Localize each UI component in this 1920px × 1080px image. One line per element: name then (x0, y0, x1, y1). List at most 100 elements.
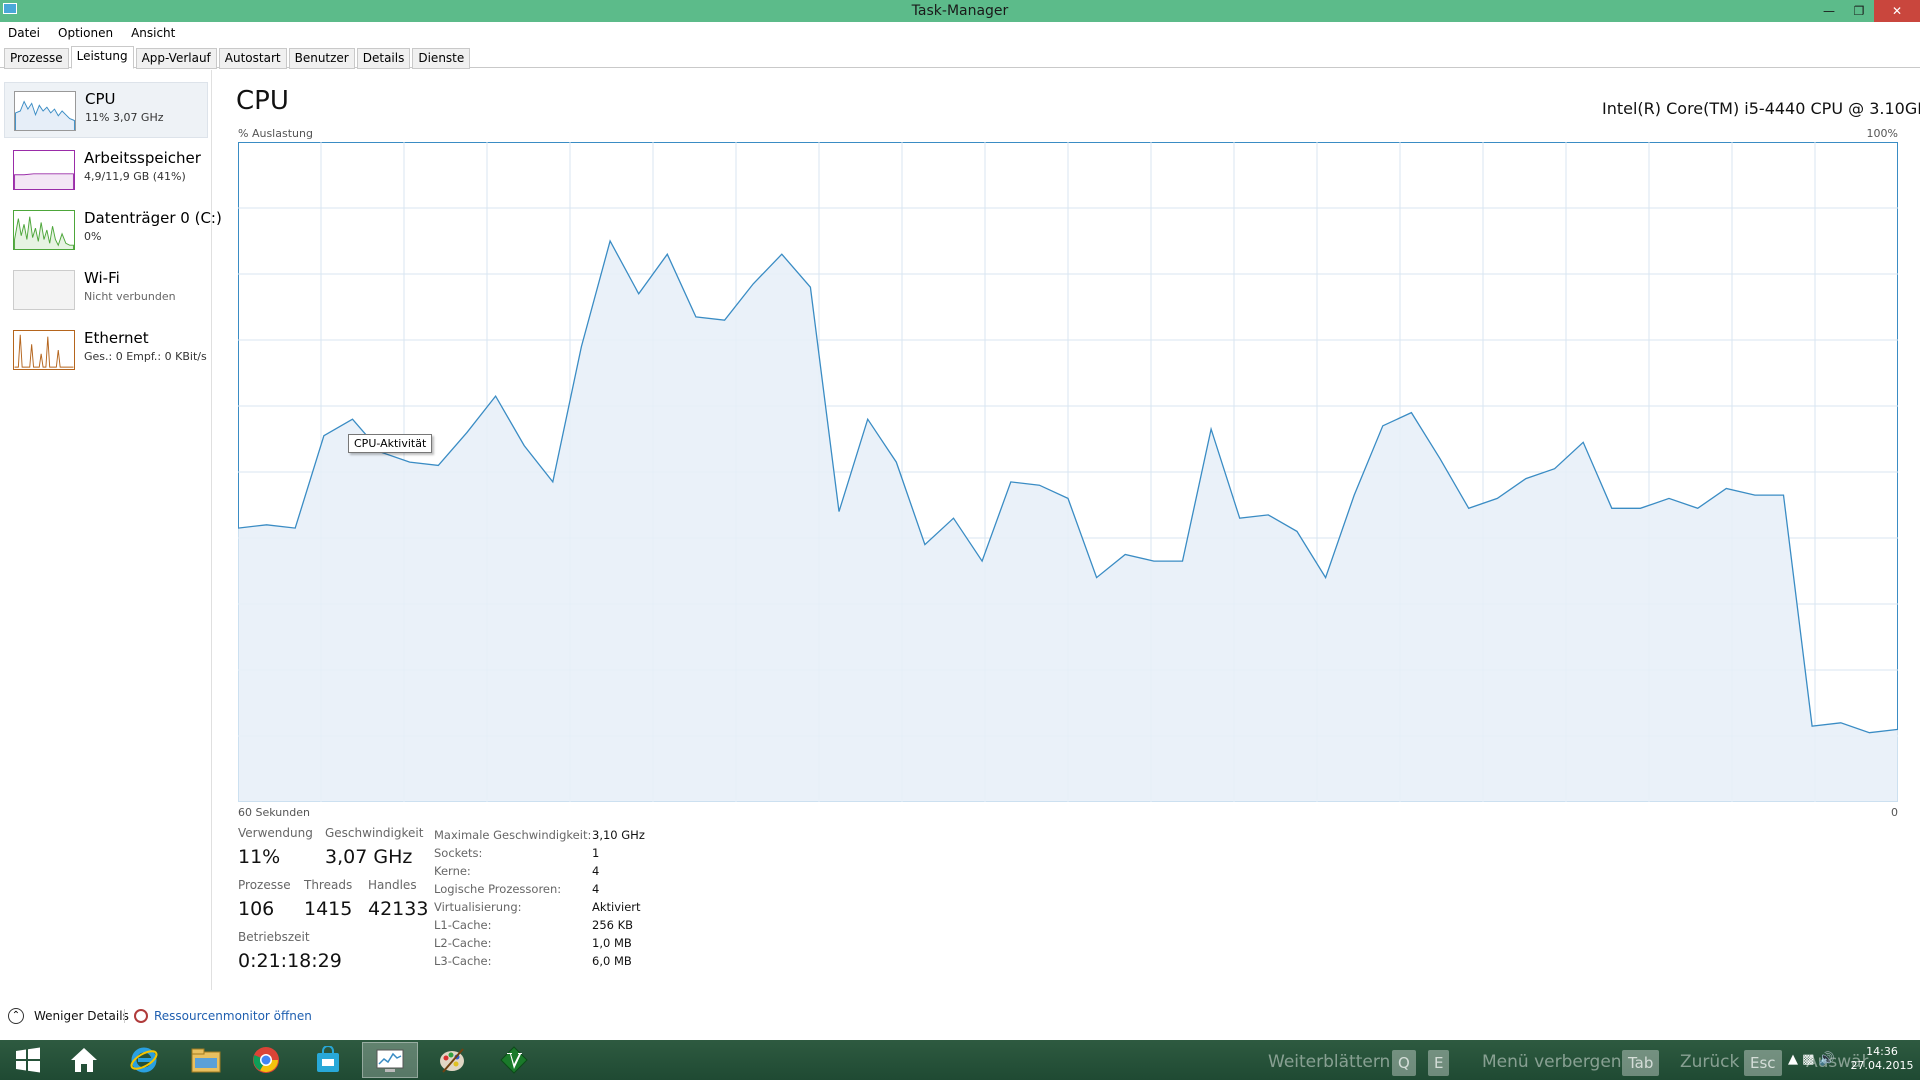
network-icon[interactable]: ▩ (1802, 1052, 1814, 1067)
taskbar-clock[interactable]: 14:36 27.04.2015 (1850, 1045, 1914, 1073)
home-button[interactable] (56, 1042, 112, 1078)
speed-value: 3,07 GHz (325, 846, 413, 868)
sidebar-title-ethernet: Ethernet (84, 329, 149, 347)
taskbar: Weiterblättern Q E Menü verbergen Tab Zu… (0, 1040, 1920, 1080)
fewer-details-link[interactable]: Weniger Details (34, 1002, 129, 1030)
sidebar-item-cpu[interactable]: CPU 11% 3,07 GHz (4, 82, 208, 138)
spec-value: 3,10 GHz (592, 828, 645, 842)
cpu-activity-tooltip: CPU-Aktivität (348, 434, 433, 453)
vim-icon (500, 1046, 528, 1074)
spec-value: 4 (592, 864, 600, 878)
sidebar-sub-ethernet: Ges.: 0 Empf.: 0 KBit/s (84, 350, 207, 363)
folder-icon (191, 1048, 221, 1073)
sidebar-sub-cpu: 11% 3,07 GHz (85, 111, 164, 124)
menu-bar: Datei Optionen Ansicht (0, 22, 1920, 44)
footer-separator (124, 1009, 125, 1023)
sidebar-item-arbeitsspeicher[interactable]: Arbeitsspeicher 4,9/11,9 GB (41%) (4, 142, 208, 198)
sidebar-title-memory: Arbeitsspeicher (84, 149, 201, 167)
tab-autostart[interactable]: Autostart (218, 48, 287, 69)
sidebar-title-disk: Datenträger 0 (C:) (84, 209, 222, 227)
start-button[interactable] (0, 1042, 56, 1078)
sidebar-sub-wifi: Nicht verbunden (84, 290, 176, 303)
sidebar-item-wifi[interactable]: Wi-Fi Nicht verbunden (4, 262, 208, 318)
spec-label: L1-Cache: (434, 918, 492, 932)
x-axis-label: 60 Sekunden (238, 806, 310, 819)
system-tray: ▲ ▩ 🔊 (1788, 1052, 1835, 1067)
tab-strip: Prozesse Leistung App-Verlauf Autostart … (0, 46, 1920, 69)
cpu-usage-chart (237, 142, 1899, 802)
handles-value: 42133 (368, 898, 429, 920)
uptime-label: Betriebszeit (238, 930, 310, 944)
close-button[interactable]: ✕ (1874, 0, 1920, 22)
clock-date: 27.04.2015 (1850, 1059, 1914, 1072)
spec-label: L2-Cache: (434, 936, 492, 950)
hint-menue-verbergen: Menü verbergen (1482, 1052, 1622, 1072)
chrome-button[interactable] (238, 1042, 294, 1078)
key-esc: Esc (1744, 1050, 1782, 1076)
menu-datei[interactable]: Datei (4, 22, 44, 44)
sidebar-title-cpu: CPU (85, 90, 116, 108)
threads-value: 1415 (304, 898, 353, 920)
threads-label: Threads (304, 878, 353, 892)
tab-leistung[interactable]: Leistung (70, 46, 134, 69)
sidebar-title-wifi: Wi-Fi (84, 269, 120, 287)
spec-label: Logische Prozessoren: (434, 882, 562, 896)
restore-button[interactable]: ❐ (1844, 0, 1874, 22)
tab-details[interactable]: Details (356, 48, 411, 69)
spec-value: 6,0 MB (592, 954, 632, 968)
speed-label: Geschwindigkeit (325, 826, 424, 840)
footer-bar: ⌃ Weniger Details Ressourcenmonitor öffn… (0, 1002, 1920, 1030)
tab-prozesse[interactable]: Prozesse (4, 48, 69, 69)
spec-value: 1 (592, 846, 600, 860)
resource-monitor-link[interactable]: Ressourcenmonitor öffnen (154, 1002, 312, 1030)
y-axis-label: % Auslastung (238, 127, 313, 140)
paint-button[interactable] (424, 1042, 480, 1078)
tab-app-verlauf[interactable]: App-Verlauf (135, 48, 217, 69)
volume-icon[interactable]: 🔊 (1819, 1052, 1835, 1067)
file-explorer-button[interactable] (178, 1042, 234, 1078)
usage-value: 11% (238, 846, 281, 868)
hint-weiterblaettern: Weiterblättern (1268, 1052, 1391, 1072)
task-manager-icon (3, 3, 17, 14)
menu-ansicht[interactable]: Ansicht (127, 22, 179, 44)
usage-label: Verwendung (238, 826, 313, 840)
vim-button[interactable] (486, 1042, 542, 1078)
paint-palette-icon (440, 1048, 464, 1073)
ethernet-thumbnail-graph (13, 330, 75, 370)
chevron-up-icon[interactable]: ⌃ (8, 1008, 24, 1024)
handles-label: Handles (368, 878, 417, 892)
cpu-model: Intel(R) Core(TM) i5-4440 CPU @ 3.10GHz (1602, 99, 1920, 118)
chrome-icon (253, 1047, 279, 1073)
uptime-value: 0:21:18:29 (238, 950, 342, 972)
key-tab: Tab (1622, 1050, 1660, 1076)
resource-sidebar: CPU 11% 3,07 GHz Arbeitsspeicher 4,9/11,… (0, 70, 222, 990)
spec-label: Kerne: (434, 864, 471, 878)
spec-value: 4 (592, 882, 600, 896)
minimize-button[interactable]: — (1814, 0, 1844, 22)
show-hidden-icons-icon[interactable]: ▲ (1788, 1052, 1798, 1067)
internet-explorer-button[interactable] (116, 1042, 172, 1078)
sidebar-item-ethernet[interactable]: Ethernet Ges.: 0 Empf.: 0 KBit/s (4, 322, 208, 378)
home-icon (71, 1048, 97, 1072)
clock-time: 14:36 (1866, 1045, 1898, 1058)
tab-dienste[interactable]: Dienste (412, 48, 471, 69)
spec-label: Sockets: (434, 846, 483, 860)
store-bag-icon (317, 1046, 339, 1072)
internet-explorer-icon (130, 1047, 158, 1073)
spec-value: 1,0 MB (592, 936, 632, 950)
y-axis-min-label: 0 (1891, 806, 1898, 819)
disk-thumbnail-graph (13, 210, 75, 250)
task-manager-taskbar-button[interactable] (362, 1042, 418, 1078)
tab-benutzer[interactable]: Benutzer (288, 48, 355, 69)
y-axis-max-label: 100% (1866, 127, 1898, 140)
store-button[interactable] (300, 1042, 356, 1078)
title-bar: Task-Manager — ❐ ✕ (0, 0, 1920, 22)
window-controls: — ❐ ✕ (1814, 0, 1920, 22)
spec-value: Aktiviert (592, 900, 641, 914)
resource-monitor-icon (134, 1009, 148, 1023)
menu-optionen[interactable]: Optionen (54, 22, 117, 44)
sidebar-sub-disk: 0% (84, 230, 102, 243)
spec-label: L3-Cache: (434, 954, 492, 968)
cpu-stats: Verwendung 11% Geschwindigkeit 3,07 GHz … (238, 826, 1038, 976)
sidebar-item-datentraeger[interactable]: Datenträger 0 (C:) 0% (4, 202, 222, 258)
